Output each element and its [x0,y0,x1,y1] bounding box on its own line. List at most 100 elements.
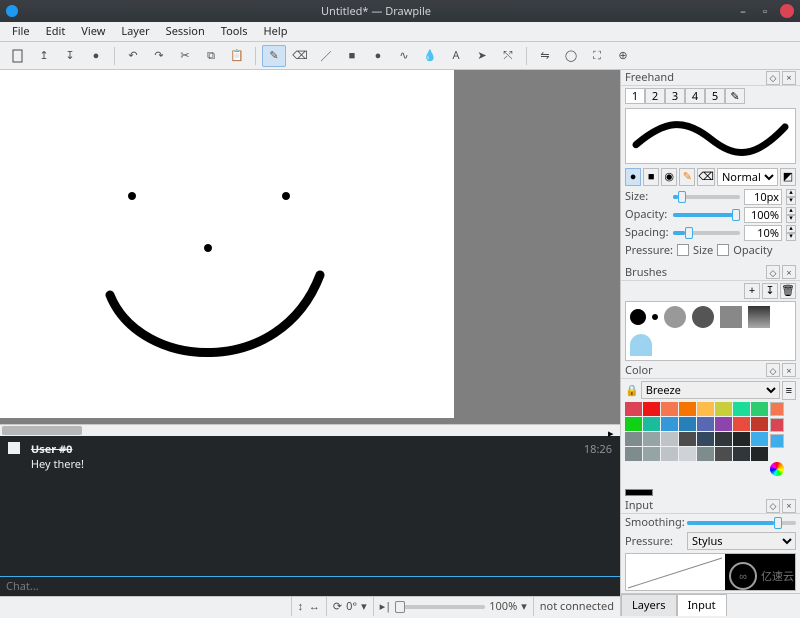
size-down[interactable]: ▾ [786,197,796,205]
bezier-tool[interactable]: ∿ [392,45,416,67]
text-tool[interactable]: A [444,45,468,67]
maximize-button[interactable]: ▫ [758,4,772,18]
tip-soft-icon[interactable]: ◉ [661,168,677,186]
size-value[interactable]: 10px [744,189,782,205]
color-palette[interactable] [625,402,768,476]
color-swatch[interactable] [625,447,642,461]
lock-icon[interactable]: 🔒 [625,383,639,398]
detach-icon[interactable]: ◇ [766,265,780,279]
tip-round-icon[interactable]: ● [625,168,641,186]
pressure-size-checkbox[interactable] [677,244,689,256]
color-swatch[interactable] [697,432,714,446]
new-button[interactable] [6,45,30,67]
tab-layers[interactable]: Layers [621,594,677,616]
ellipse-tool[interactable]: ● [366,45,390,67]
size-slider[interactable] [673,195,740,199]
menu-file[interactable]: File [4,22,38,41]
close-panel-icon[interactable]: × [782,363,796,377]
add-brush-icon[interactable]: + [744,283,760,299]
smoothing-slider[interactable] [687,521,796,525]
horizontal-scrollbar[interactable]: ▸ [0,424,620,436]
save-brush-icon[interactable]: ↧ [762,283,778,299]
color-swatch[interactable] [751,432,768,446]
color-swatch[interactable] [733,417,750,431]
preset-5[interactable]: 5 [705,88,725,104]
open-button[interactable]: ↥ [32,45,56,67]
tab-input[interactable]: Input [677,594,727,616]
flip-tool[interactable]: ⇋ [533,45,557,67]
pointer-tool[interactable]: ⤲ [496,45,520,67]
color-swatch[interactable] [679,402,696,416]
color-swatch[interactable] [697,417,714,431]
lock-alpha-icon[interactable]: ◩ [780,168,796,186]
color-swatch[interactable] [661,432,678,446]
freehand-tool[interactable]: ✎ [262,45,286,67]
blend-mode-select[interactable]: Normal [717,168,778,186]
close-panel-icon[interactable]: × [782,499,796,513]
eraser-tool[interactable]: ⌫ [288,45,312,67]
chat-input[interactable]: Chat... [0,576,620,596]
color-swatch[interactable] [643,417,660,431]
flip-controls[interactable]: ↕ ↔ [291,597,320,616]
delete-brush-icon[interactable]: 🗑 [780,283,796,299]
extra-swatch-2[interactable] [770,418,784,432]
fill-tool[interactable]: 💧 [418,45,442,67]
menu-layer[interactable]: Layer [113,22,157,41]
opacity-slider[interactable] [673,213,740,217]
color-swatch[interactable] [679,447,696,461]
select-tool[interactable]: ⛶ [585,45,609,67]
close-button[interactable] [780,4,794,18]
color-swatch[interactable] [751,447,768,461]
lasso-tool[interactable]: ◯ [559,45,583,67]
color-swatch[interactable] [697,447,714,461]
color-swatch[interactable] [625,417,642,431]
menu-view[interactable]: View [73,22,113,41]
tip-marker-icon[interactable]: ✎ [679,168,695,186]
pressure-opacity-checkbox[interactable] [717,244,729,256]
menu-edit[interactable]: Edit [38,22,74,41]
brushes-grid[interactable] [625,301,796,361]
spacing-slider[interactable] [673,231,740,235]
current-color[interactable] [625,489,653,496]
color-swatch[interactable] [625,432,642,446]
color-swatch[interactable] [643,447,660,461]
detach-icon[interactable]: ◇ [766,499,780,513]
color-swatch[interactable] [733,432,750,446]
line-tool[interactable]: ／ [314,45,338,67]
color-swatch[interactable] [751,417,768,431]
tip-square-icon[interactable]: ■ [643,168,659,186]
pressure-mode-select[interactable]: Stylus [687,532,796,550]
canvas-area[interactable] [0,70,620,424]
color-wheel-icon[interactable] [770,462,784,476]
close-panel-icon[interactable]: × [782,71,796,85]
zoom-slider[interactable] [395,605,485,609]
close-panel-icon[interactable]: × [782,265,796,279]
color-swatch[interactable] [751,402,768,416]
menu-session[interactable]: Session [158,22,213,41]
preset-2[interactable]: 2 [645,88,665,104]
extra-swatch-3[interactable] [770,434,784,448]
canvas[interactable] [0,70,454,418]
color-swatch[interactable] [715,402,732,416]
picker-tool[interactable]: ➤ [470,45,494,67]
rotation-control[interactable]: ⟳ 0° ▾ [326,597,367,616]
save-button[interactable]: ↧ [58,45,82,67]
record-button[interactable]: ● [84,45,108,67]
color-swatch[interactable] [733,447,750,461]
color-swatch[interactable] [715,432,732,446]
pressure-curve[interactable] [625,553,796,591]
redo-button[interactable]: ↷ [147,45,171,67]
color-swatch[interactable] [715,417,732,431]
color-swatch[interactable] [625,402,642,416]
undo-button[interactable]: ↶ [121,45,145,67]
preset-edit-icon[interactable]: ✎ [725,88,745,104]
detach-icon[interactable]: ◇ [766,363,780,377]
color-swatch[interactable] [679,417,696,431]
cut-button[interactable]: ✂ [173,45,197,67]
palette-select[interactable]: Breeze [641,381,780,399]
color-swatch[interactable] [661,402,678,416]
zoom-tool[interactable]: ⊕ [611,45,635,67]
tip-eraser-icon[interactable]: ⌫ [697,168,715,186]
menu-tools[interactable]: Tools [213,22,256,41]
zoom-out-icon[interactable]: ▸| [380,599,392,614]
